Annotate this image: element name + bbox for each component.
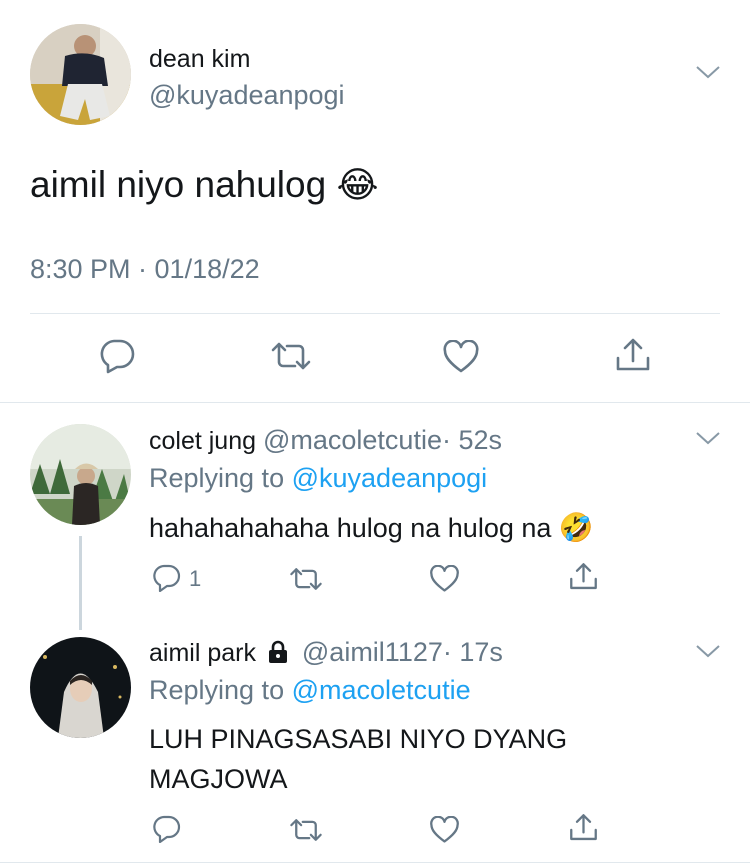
bottom-divider [0,862,750,863]
author-handle[interactable]: @kuyadeanpogi [149,80,345,111]
share-icon[interactable] [568,812,599,843]
replying-to-label: Replying to [149,463,285,493]
tweet-timestamp[interactable]: 8:30 PM · 01/18/22 [30,254,260,285]
reply-text-line-2: MAGJOWA [149,764,288,794]
tears-of-joy-emoji: 😂 [336,165,379,206]
reply-icon[interactable] [98,338,136,374]
reply-time[interactable]: · 17s [443,637,503,667]
chevron-down-icon[interactable] [695,64,721,80]
share-icon[interactable] [568,561,599,592]
section-divider [0,402,750,403]
like-icon[interactable] [429,816,460,844]
like-icon[interactable] [429,565,460,593]
avatar[interactable] [30,24,131,125]
reply-text-body: hahahahahaha hulog na hulog na [149,513,552,543]
rolling-laughing-emoji: 🤣 [558,511,594,544]
divider [30,313,720,314]
tweet-text-body: aimil niyo nahulog [30,164,327,205]
author-name[interactable]: dean kim [149,45,250,74]
replying-to: Replying to @macoletcutie [149,675,471,706]
share-icon[interactable] [614,336,652,374]
reply-header: aimil park @aimil1127· 17s [149,637,503,668]
tweet-text: aimil niyo nahulog 😂 [30,164,379,206]
avatar[interactable] [30,424,131,525]
reply-time[interactable]: · 52s [442,425,502,455]
retweet-icon[interactable] [288,566,324,592]
author-handle[interactable]: @macoletcutie [263,425,442,455]
reply-icon[interactable] [152,815,182,843]
reply-text: hahahahahaha hulog na hulog na 🤣 [149,511,594,544]
author-name[interactable]: aimil park [149,639,256,667]
replying-to: Replying to @kuyadeanpogi [149,463,487,494]
reply-icon[interactable] [152,564,182,592]
replying-to-link[interactable]: @macoletcutie [292,675,471,705]
replying-to-link[interactable]: @kuyadeanpogi [292,463,488,493]
reply-connector-line [79,536,82,630]
reply-text-line-1: LUH PINAGSASABI NIYO DYANG [149,724,568,754]
chevron-down-icon[interactable] [695,643,721,659]
reply-header: colet jung @macoletcutie· 52s [149,425,502,456]
chevron-down-icon[interactable] [695,430,721,446]
author-name[interactable]: colet jung [149,427,256,455]
avatar[interactable] [30,637,131,738]
reply-count: 1 [189,566,202,591]
retweet-icon[interactable] [288,817,324,843]
replying-to-label: Replying to [149,675,285,705]
retweet-icon[interactable] [269,340,313,372]
author-handle[interactable]: @aimil1127 [302,637,443,667]
like-icon[interactable] [442,340,480,374]
lock-icon [267,640,289,664]
